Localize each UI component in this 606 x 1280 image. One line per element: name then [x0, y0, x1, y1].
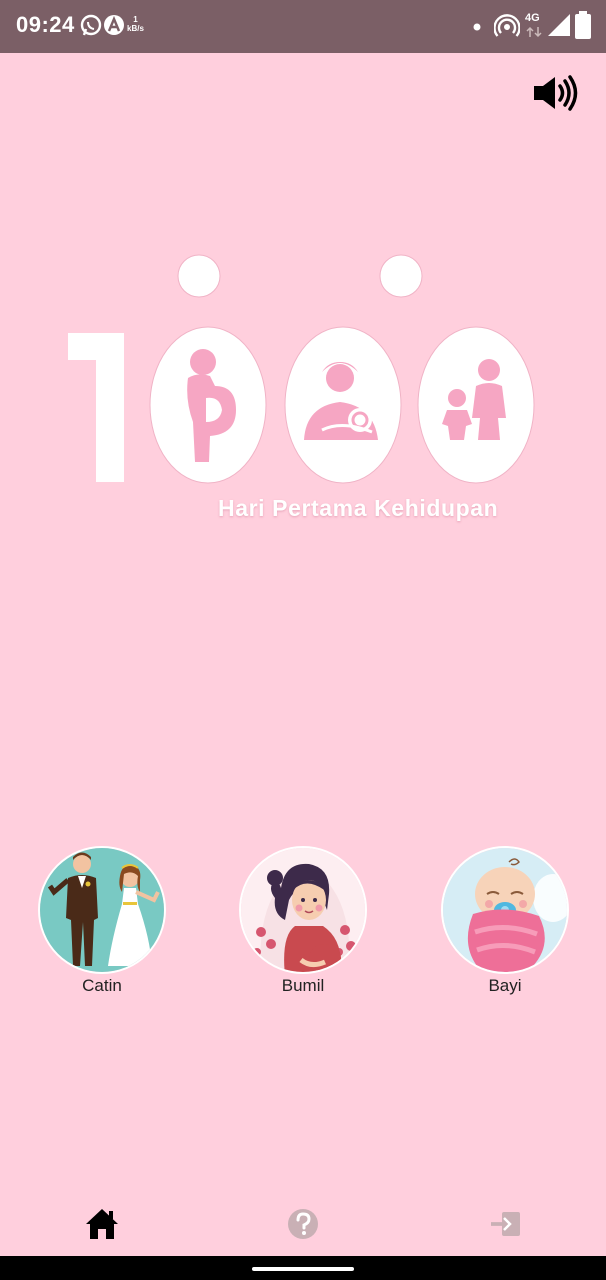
volume-high-icon[interactable] [530, 74, 580, 112]
status-icons-left [80, 14, 124, 36]
logout-icon[interactable] [486, 1204, 526, 1244]
catin-image[interactable] [38, 846, 166, 974]
category-catin[interactable]: Catin [37, 846, 167, 996]
speed-unit: kB/s [127, 24, 144, 33]
baby-illustration [443, 848, 567, 972]
couple-illustration [40, 848, 164, 972]
bumil-image[interactable] [239, 846, 367, 974]
whatsapp-icon [80, 14, 102, 36]
bayi-image[interactable] [441, 846, 569, 974]
battery-icon [575, 11, 591, 39]
signal-icon [548, 14, 570, 36]
network-type: 4G [525, 12, 540, 24]
logo-subtitle: Hari Pertama Kehidupan [218, 495, 499, 521]
logo-digit-1 [68, 333, 124, 482]
gesture-handle[interactable] [252, 1267, 354, 1271]
help-icon[interactable] [283, 1204, 323, 1244]
hotspot-icon [494, 14, 520, 37]
category-bumil[interactable]: Bumil [238, 846, 368, 996]
home-icon[interactable] [82, 1204, 122, 1244]
a-app-icon [104, 15, 124, 35]
speed-value: 1 [133, 15, 138, 24]
category-label: Catin [82, 976, 122, 995]
dot-icon [473, 23, 481, 31]
logo-dot-1 [177, 254, 221, 298]
logo-dot-2 [379, 254, 423, 298]
category-bayi[interactable]: Bayi [440, 846, 570, 996]
gesture-bar [0, 1256, 606, 1280]
category-label: Bayi [488, 976, 522, 995]
status-bar: 09:24 1 kB/s 4G [0, 0, 606, 53]
bottom-navigation [0, 1190, 606, 1256]
status-time: 09:24 [16, 12, 75, 37]
network-speed: 1 kB/s [127, 15, 144, 33]
category-label: Bumil [281, 976, 325, 995]
data-arrows-icon [526, 26, 542, 38]
1000-days-logo [68, 254, 535, 484]
pregnant-woman-illustration [241, 848, 365, 972]
